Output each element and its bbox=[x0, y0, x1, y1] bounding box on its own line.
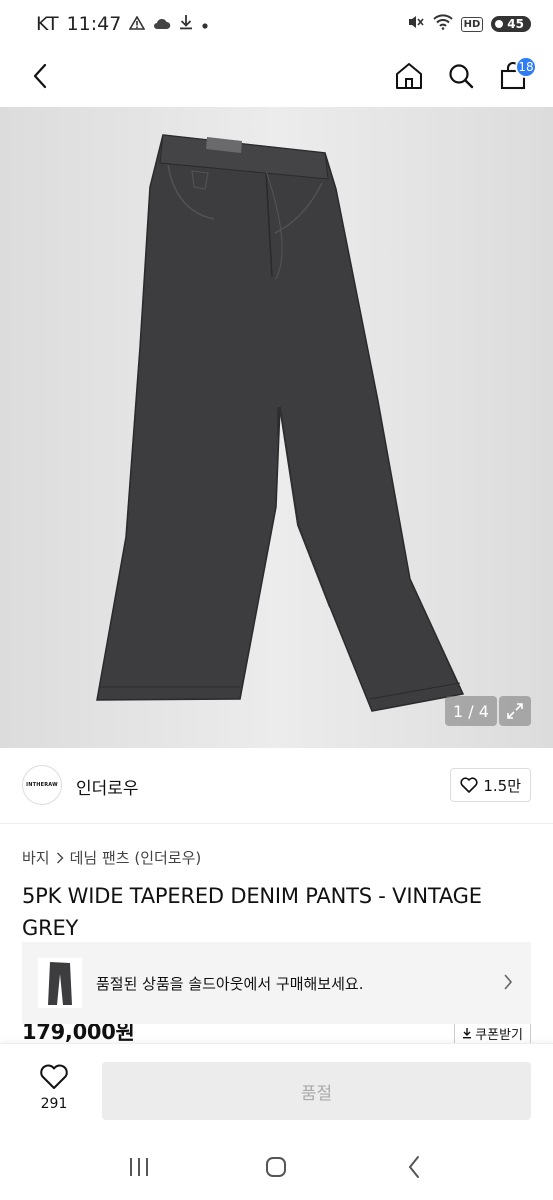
status-right: HD 45 bbox=[407, 14, 531, 34]
soldout-banner[interactable]: 품절된 상품을 솔드아웃에서 구매해보세요. bbox=[22, 942, 531, 1024]
cloud-icon bbox=[153, 15, 171, 34]
home-circle-icon bbox=[266, 1156, 287, 1177]
purchase-bar: 291 품절 bbox=[0, 1043, 553, 1133]
chevron-right-icon bbox=[504, 974, 513, 990]
soldout-banner-text: 품절된 상품을 솔드아웃에서 구매해보세요. bbox=[96, 974, 364, 993]
back-nav-button[interactable] bbox=[394, 1147, 434, 1187]
coupon-label: 쿠폰받기 bbox=[475, 1027, 523, 1043]
home-icon bbox=[396, 63, 422, 89]
brand-name[interactable]: 인더로우 bbox=[76, 774, 139, 799]
product-page: KT 11:47 HD 45 18 1 / 4 INTHERAW 인더로우 1.… bbox=[0, 0, 553, 1200]
android-nav-bar bbox=[0, 1133, 553, 1200]
cart-button[interactable]: 18 bbox=[495, 56, 537, 96]
nav-actions: 18 bbox=[391, 56, 537, 96]
wishlist-count: 291 bbox=[40, 1096, 68, 1112]
expand-icon bbox=[507, 703, 523, 719]
back-button[interactable] bbox=[22, 58, 58, 94]
warning-icon bbox=[128, 14, 146, 34]
breadcrumb-item-category[interactable]: 바지 bbox=[22, 847, 50, 868]
recent-apps-button[interactable] bbox=[119, 1147, 159, 1187]
image-counter: 1 / 4 bbox=[445, 696, 497, 726]
wishlist-button[interactable]: 291 bbox=[22, 1064, 86, 1112]
product-image[interactable] bbox=[0, 107, 553, 748]
download-icon bbox=[179, 14, 193, 34]
download-icon bbox=[463, 1028, 472, 1039]
heart-icon bbox=[40, 1064, 68, 1089]
back-nav-icon bbox=[408, 1155, 420, 1178]
jeans-illustration bbox=[0, 107, 553, 748]
home-nav-button[interactable] bbox=[256, 1147, 296, 1187]
soldout-button[interactable]: 품절 bbox=[102, 1062, 531, 1120]
chevron-right-icon bbox=[56, 852, 64, 863]
battery-icon: 45 bbox=[491, 16, 531, 32]
top-nav: 18 bbox=[0, 48, 553, 106]
soldout-thumbnail bbox=[38, 958, 82, 1008]
hd-icon: HD bbox=[460, 16, 484, 32]
clock: 11:47 bbox=[66, 13, 122, 35]
dot-icon bbox=[201, 15, 209, 34]
carrier: KT bbox=[36, 13, 59, 35]
breadcrumb-item-subcategory[interactable]: 데님 팬츠 (인더로우) bbox=[70, 847, 202, 868]
brand-like-button[interactable]: 1.5만 bbox=[450, 768, 531, 802]
status-bar: KT 11:47 HD 45 bbox=[0, 0, 553, 48]
home-button[interactable] bbox=[391, 56, 427, 96]
search-icon bbox=[449, 64, 474, 89]
cart-count-badge: 18 bbox=[515, 56, 537, 78]
breadcrumb: 바지 데님 팬츠 (인더로우) bbox=[22, 847, 201, 868]
expand-image-button[interactable] bbox=[499, 696, 531, 726]
status-left: KT 11:47 bbox=[36, 13, 209, 35]
brand-like-count: 1.5만 bbox=[483, 776, 521, 795]
brand-logo[interactable]: INTHERAW bbox=[22, 765, 62, 805]
brand-row: INTHERAW 인더로우 1.5만 bbox=[0, 748, 553, 824]
product-title: 5PK WIDE TAPERED DENIM PANTS - VINTAGE G… bbox=[22, 884, 482, 940]
back-icon bbox=[33, 63, 47, 89]
wifi-icon bbox=[432, 14, 453, 34]
recent-apps-icon bbox=[129, 1157, 148, 1176]
heart-icon bbox=[460, 777, 478, 793]
search-button[interactable] bbox=[443, 56, 479, 96]
mute-icon bbox=[407, 14, 425, 34]
